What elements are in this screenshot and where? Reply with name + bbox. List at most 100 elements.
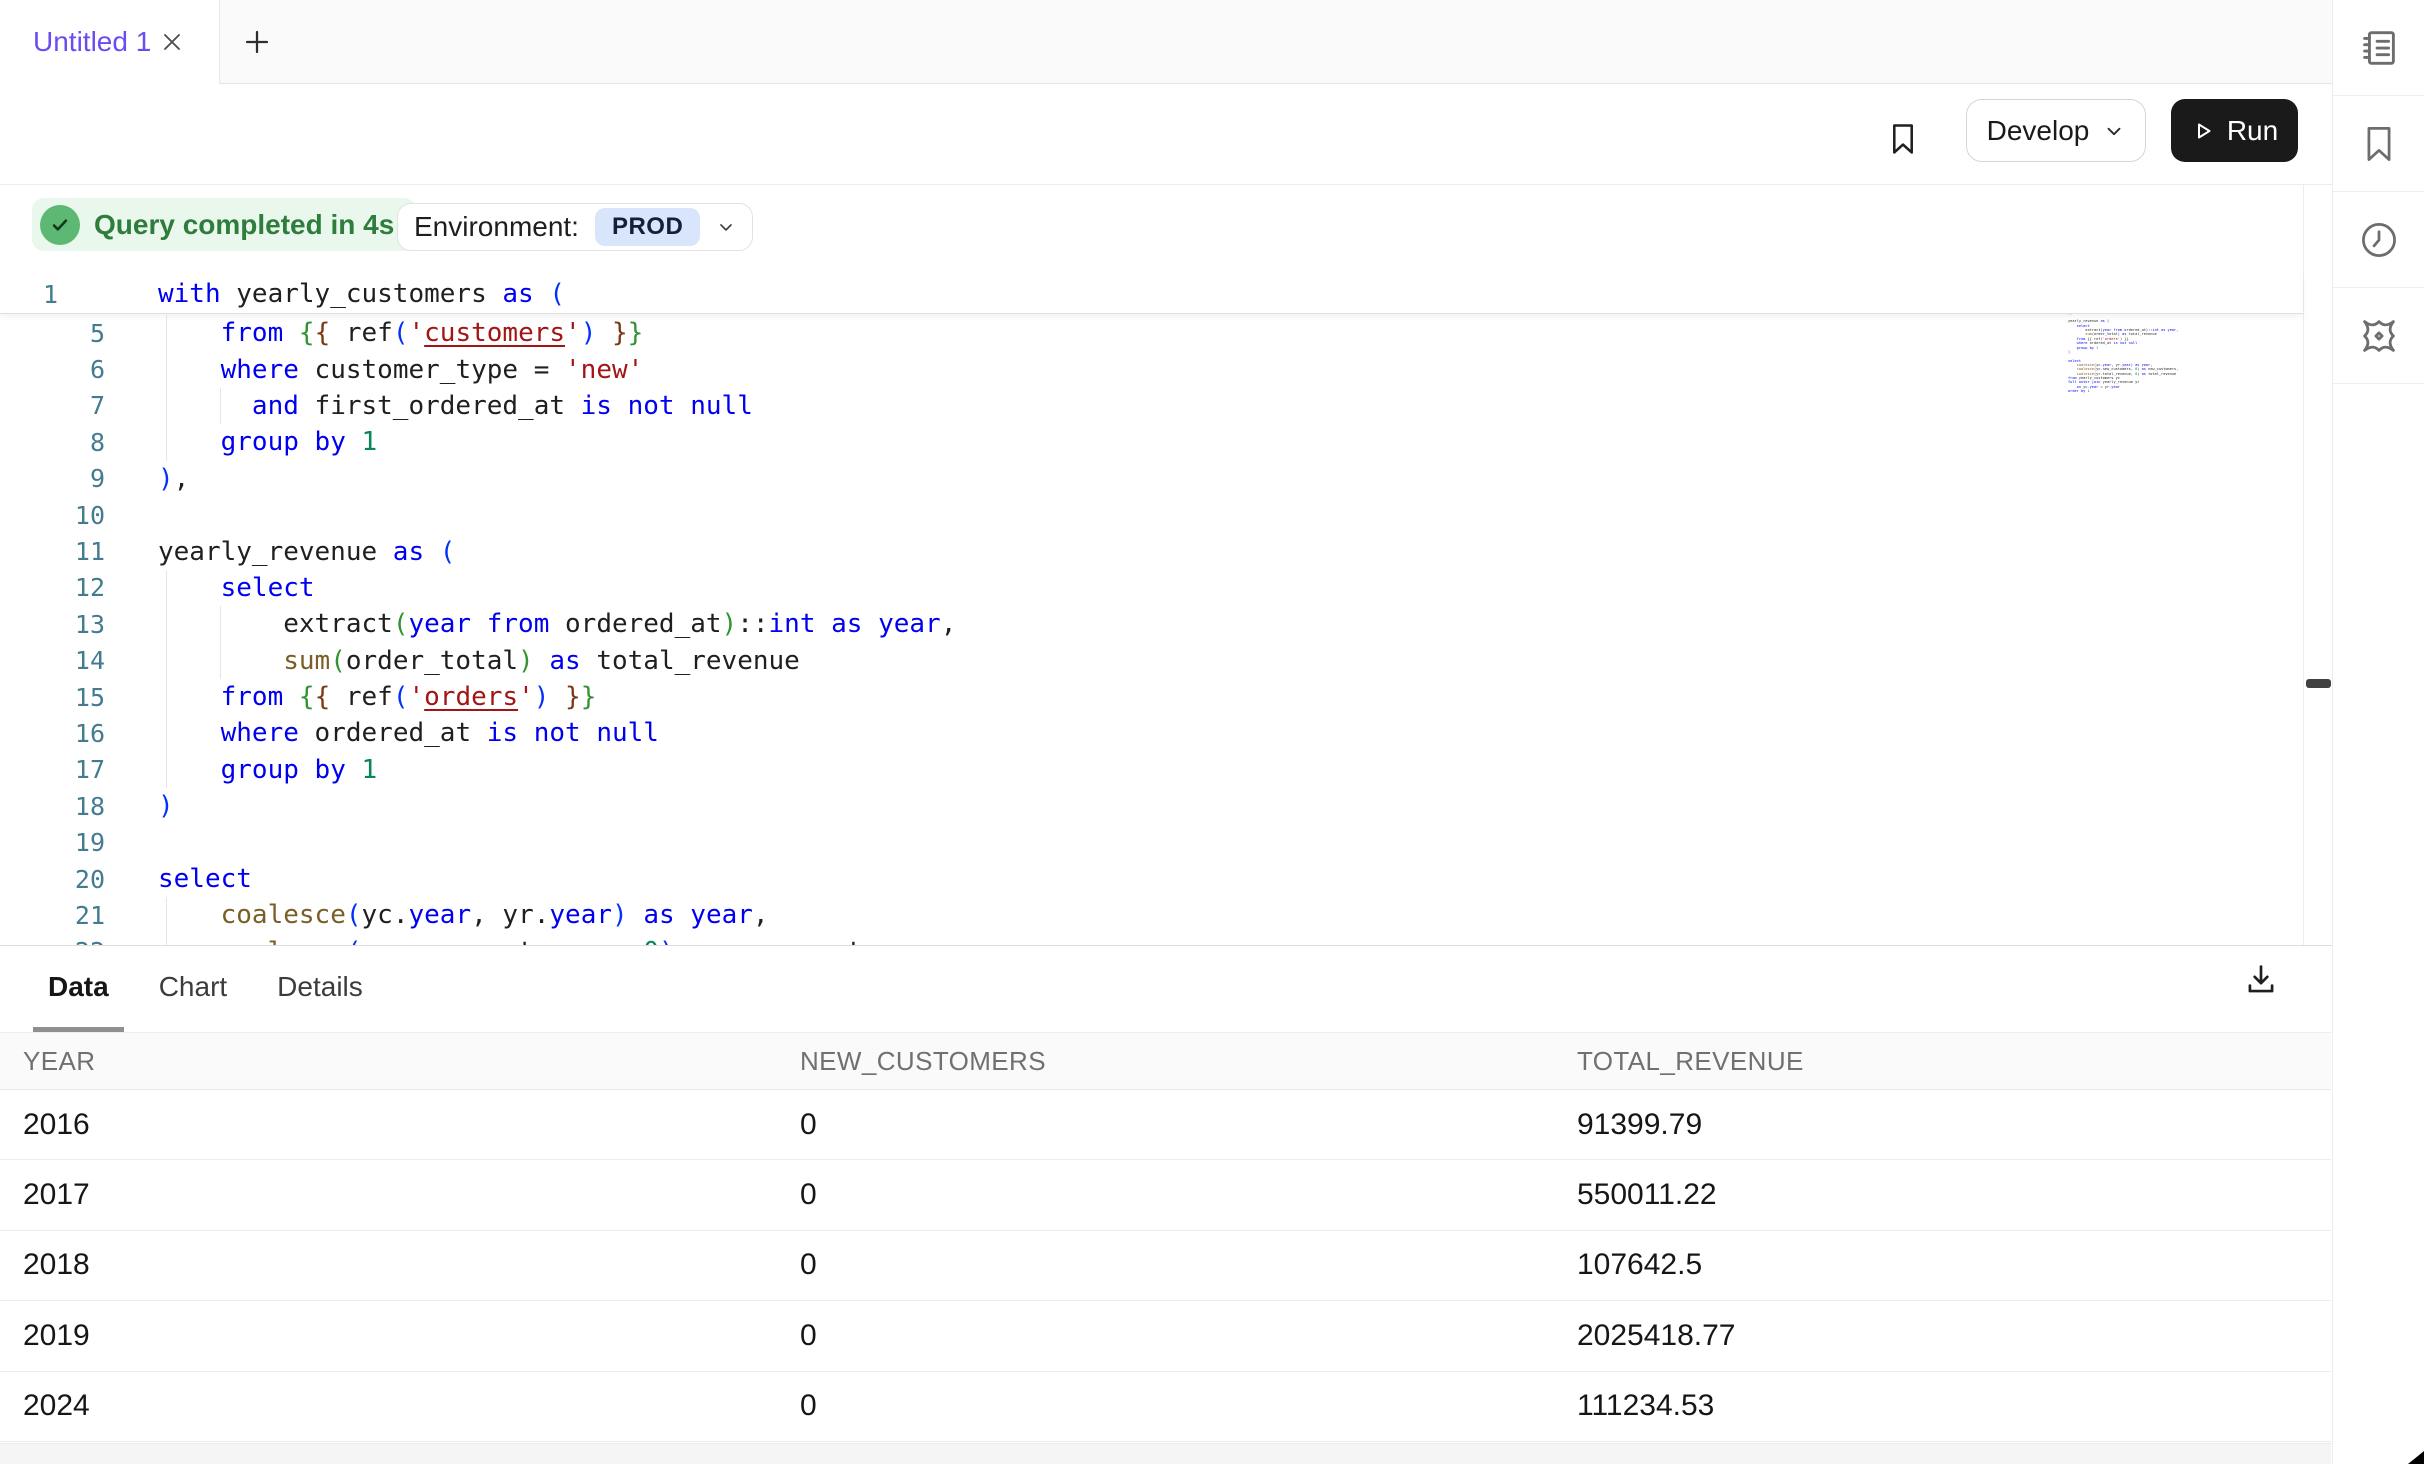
line-number[interactable]: 10 <box>0 501 105 530</box>
code-line[interactable]: 13 extract(year from ordered_at)::int as… <box>0 606 2303 642</box>
tab-bar: Untitled 1 <box>0 0 2332 84</box>
code-text: ), <box>105 464 189 494</box>
code-lines[interactable]: 5 from {{ ref('customers') }}6 where cus… <box>0 315 2303 945</box>
code-text: select <box>105 573 315 603</box>
table-cell: 2025418.77 <box>1577 1319 2331 1353</box>
run-label: Run <box>2227 115 2278 147</box>
tab-chart[interactable]: Chart <box>144 946 242 1032</box>
table-row[interactable]: 20240111234.53 <box>0 1372 2331 1442</box>
line-number[interactable]: 13 <box>0 610 105 639</box>
code-line[interactable]: 16 where ordered_at is not null <box>0 715 2303 751</box>
line-number[interactable]: 6 <box>0 355 105 384</box>
code-text: select <box>105 864 252 894</box>
code-line[interactable]: 7 and first_ordered_at is not null <box>0 388 2303 424</box>
line-number[interactable]: 21 <box>0 901 105 930</box>
results-header-row: YEARNEW_CUSTOMERSTOTAL_REVENUE <box>0 1032 2331 1090</box>
history-clock-icon[interactable] <box>2333 192 2424 288</box>
line-number[interactable]: 17 <box>0 755 105 784</box>
line-number[interactable]: 11 <box>0 537 105 566</box>
table-cell: 2024 <box>0 1389 780 1423</box>
line-number[interactable]: 8 <box>0 428 105 457</box>
environment-selector[interactable]: Environment: PROD <box>397 203 753 251</box>
code-text: coalesce(yc.year, yr.year) as year, <box>105 900 769 930</box>
new-tab-button[interactable] <box>242 27 272 57</box>
column-header: TOTAL_REVENUE <box>1577 1046 2331 1077</box>
horizontal-scrollbar[interactable] <box>0 1443 2331 1464</box>
dbt-logo-icon[interactable] <box>2333 288 2424 384</box>
code-line[interactable]: 17 group by 1 <box>0 752 2303 788</box>
table-row[interactable]: 201902025418.77 <box>0 1301 2331 1371</box>
chevron-down-icon <box>716 217 736 237</box>
table-cell: 0 <box>780 1248 1577 1282</box>
line-number[interactable]: 18 <box>0 792 105 821</box>
code-text: sum(order_total) as total_revenue <box>105 646 800 676</box>
results-body: 2016091399.7920170550011.2220180107642.5… <box>0 1090 2331 1442</box>
code-line[interactable]: 22 coalesce(yc.new_customers, 0) as new_… <box>0 934 2303 945</box>
code-text: ) <box>105 791 174 821</box>
code-line[interactable]: 11yearly_revenue as ( <box>0 533 2303 569</box>
line-number[interactable]: 12 <box>0 573 105 602</box>
line-number[interactable]: 15 <box>0 683 105 712</box>
code-line[interactable]: 14 sum(order_total) as total_revenue <box>0 643 2303 679</box>
code-line[interactable]: 6 where customer_type = 'new' <box>0 351 2303 387</box>
line-number[interactable]: 7 <box>0 391 105 420</box>
code-line[interactable]: 5 from {{ ref('customers') }} <box>0 315 2303 351</box>
table-cell: 2017 <box>0 1178 780 1212</box>
code-line[interactable]: 10 <box>0 497 2303 533</box>
code-line[interactable]: 12 select <box>0 570 2303 606</box>
table-cell: 2016 <box>0 1108 780 1142</box>
line-number[interactable]: 1 <box>0 280 105 309</box>
app-window: Untitled 1 Develop Run <box>0 0 2424 1464</box>
line-number[interactable]: 19 <box>0 828 105 857</box>
tab-label: Untitled 1 <box>33 26 151 58</box>
editor-scrollbar-track[interactable] <box>2303 185 2332 945</box>
line-number[interactable]: 9 <box>0 464 105 493</box>
table-cell: 0 <box>780 1108 1577 1142</box>
sticky-scroll-line[interactable]: 1with yearly_customers as ( <box>0 275 2303 314</box>
tab-data[interactable]: Data <box>33 946 124 1032</box>
code-text: from {{ ref('orders') }} <box>105 682 596 712</box>
table-row[interactable]: 20180107642.5 <box>0 1231 2331 1301</box>
download-icon[interactable] <box>2242 961 2280 999</box>
code-text: extract(year from ordered_at)::int as ye… <box>105 609 956 639</box>
line-number[interactable]: 16 <box>0 719 105 748</box>
line-number[interactable]: 14 <box>0 646 105 675</box>
line-number[interactable]: 5 <box>0 319 105 348</box>
table-row[interactable]: 20170550011.22 <box>0 1160 2331 1230</box>
table-cell: 2018 <box>0 1248 780 1282</box>
code-text: from {{ ref('customers') }} <box>105 318 643 348</box>
table-cell: 550011.22 <box>1577 1178 2331 1212</box>
code-line[interactable]: 9), <box>0 461 2303 497</box>
tab-details[interactable]: Details <box>262 946 378 1032</box>
code-text: coalesce(yc.new_customers, 0) as new_cus… <box>105 937 956 945</box>
table-cell: 0 <box>780 1178 1577 1212</box>
notebook-icon[interactable] <box>2333 0 2424 96</box>
code-line[interactable]: 20select <box>0 861 2303 897</box>
play-icon <box>2191 119 2215 143</box>
develop-label: Develop <box>1987 115 2090 147</box>
table-cell: 91399.79 <box>1577 1108 2331 1142</box>
code-line[interactable]: 21 coalesce(yc.year, yr.year) as year, <box>0 897 2303 933</box>
code-text: with yearly_customers as ( <box>105 279 565 309</box>
environment-label: Environment: <box>414 211 579 243</box>
line-number[interactable]: 22 <box>0 937 105 945</box>
bookmark-icon[interactable] <box>2333 96 2424 192</box>
develop-dropdown[interactable]: Develop <box>1966 99 2146 162</box>
column-header: NEW_CUSTOMERS <box>780 1046 1577 1077</box>
table-cell: 0 <box>780 1319 1577 1353</box>
tab-untitled-1[interactable]: Untitled 1 <box>0 0 220 84</box>
bookmark-icon[interactable] <box>1884 118 1922 160</box>
sql-editor[interactable]: Query completed in 4s Environment: PROD … <box>0 185 2332 945</box>
code-line[interactable]: 15 from {{ ref('orders') }} <box>0 679 2303 715</box>
check-circle-icon <box>40 205 80 245</box>
code-line[interactable]: 18) <box>0 788 2303 824</box>
table-row[interactable]: 2016091399.79 <box>0 1090 2331 1160</box>
code-line[interactable]: 19 <box>0 824 2303 860</box>
code-line[interactable]: 8 group by 1 <box>0 424 2303 460</box>
panel-resize-handle[interactable] <box>2306 679 2331 688</box>
right-sidebar <box>2332 0 2424 1464</box>
table-cell: 111234.53 <box>1577 1389 2331 1423</box>
run-button[interactable]: Run <box>2171 99 2298 162</box>
close-icon[interactable] <box>158 28 186 56</box>
line-number[interactable]: 20 <box>0 865 105 894</box>
